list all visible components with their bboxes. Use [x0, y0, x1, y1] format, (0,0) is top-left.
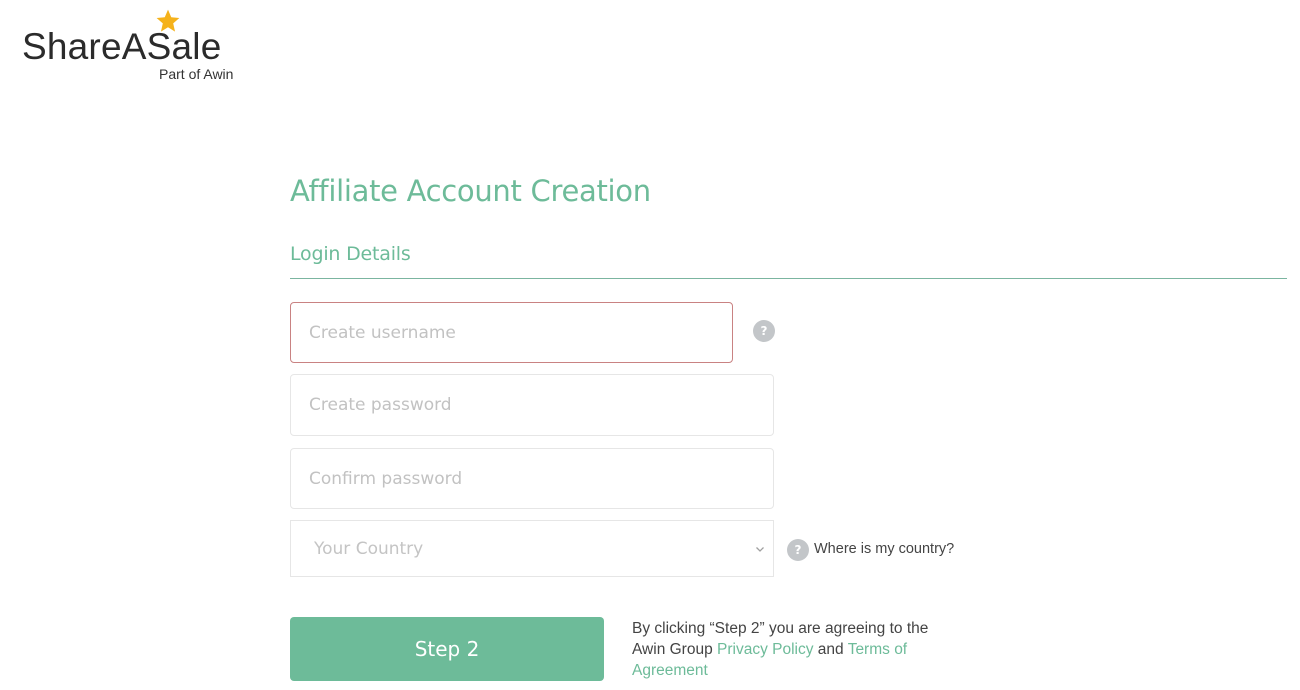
logo-tagline: Part of Awin — [159, 66, 234, 82]
password-field[interactable] — [290, 374, 774, 436]
section-heading: Login Details — [290, 243, 411, 265]
terms-and: and — [813, 641, 848, 658]
step-2-button[interactable]: Step 2 — [290, 617, 604, 681]
sharesale-logo[interactable]: ShareASale Part of Awin — [22, 4, 252, 84]
password-input[interactable] — [309, 395, 773, 415]
username-field[interactable] — [290, 302, 733, 363]
logo-brand: ShareASale — [22, 26, 222, 67]
username-input[interactable] — [309, 322, 732, 343]
privacy-policy-link[interactable]: Privacy Policy — [717, 641, 813, 658]
country-select-value: Your Country — [314, 538, 424, 559]
country-select[interactable]: Your Country — [290, 520, 774, 577]
confirm-password-field[interactable] — [290, 448, 774, 509]
country-help-icon[interactable]: ? — [787, 539, 809, 561]
username-help-icon[interactable]: ? — [753, 320, 775, 342]
section-divider — [290, 278, 1287, 279]
where-is-my-country-link[interactable]: Where is my country? — [814, 541, 954, 557]
confirm-password-input[interactable] — [309, 468, 773, 489]
page-title: Affiliate Account Creation — [290, 174, 651, 208]
chevron-down-icon — [756, 546, 764, 552]
terms-notice: By clicking “Step 2” you are agreeing to… — [632, 618, 962, 681]
